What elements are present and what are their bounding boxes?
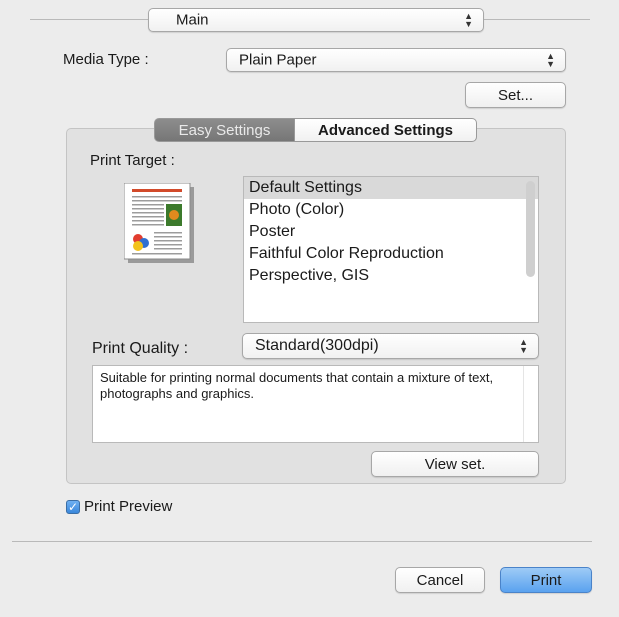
print-button[interactable]: Print — [500, 567, 592, 593]
checkmark-icon: ✓ — [67, 500, 79, 514]
view-settings-button[interactable]: View set. — [371, 451, 539, 477]
print-preview-checkbox[interactable]: ✓ — [66, 500, 80, 514]
list-item[interactable]: Default Settings — [244, 177, 538, 199]
media-type-value: Plain Paper — [239, 51, 317, 69]
bottom-separator — [12, 541, 592, 542]
media-type-label: Media Type : — [63, 51, 149, 68]
panel-popup[interactable]: Main ▲ ▼ — [148, 8, 484, 32]
description-text: Suitable for printing normal documents t… — [100, 370, 494, 401]
cancel-button[interactable]: Cancel — [395, 567, 485, 593]
media-type-popup[interactable]: Plain Paper ▲ ▼ — [226, 48, 566, 72]
top-separator-left — [30, 19, 148, 20]
page-thumbnail-icon — [123, 182, 194, 263]
description-scroll-divider — [523, 366, 524, 442]
updown-arrows-icon: ▲ ▼ — [546, 51, 555, 69]
print-quality-value: Standard(300dpi) — [255, 337, 379, 354]
print-target-list[interactable]: Default Settings Photo (Color) Poster Fa… — [243, 176, 539, 323]
print-quality-description: Suitable for printing normal documents t… — [92, 365, 539, 443]
updown-arrows-icon: ▲ ▼ — [519, 337, 528, 355]
top-separator-right — [484, 19, 590, 20]
list-item[interactable]: Poster — [244, 221, 538, 243]
print-quality-popup[interactable]: Standard(300dpi) ▲ ▼ — [242, 333, 539, 359]
print-preview-label[interactable]: Print Preview — [84, 498, 172, 515]
print-quality-label: Print Quality : — [92, 340, 189, 357]
panel-popup-value: Main — [176, 11, 209, 29]
updown-arrows-icon: ▲ ▼ — [464, 11, 473, 29]
list-scrollbar[interactable] — [526, 181, 535, 277]
print-target-label: Print Target : — [90, 152, 175, 169]
list-item[interactable]: Perspective, GIS — [244, 265, 538, 287]
tab-advanced-settings[interactable]: Advanced Settings — [295, 118, 477, 142]
list-item[interactable]: Faithful Color Reproduction — [244, 243, 538, 265]
set-button[interactable]: Set... — [465, 82, 566, 108]
tab-easy-settings[interactable]: Easy Settings — [154, 118, 295, 142]
list-item[interactable]: Photo (Color) — [244, 199, 538, 221]
